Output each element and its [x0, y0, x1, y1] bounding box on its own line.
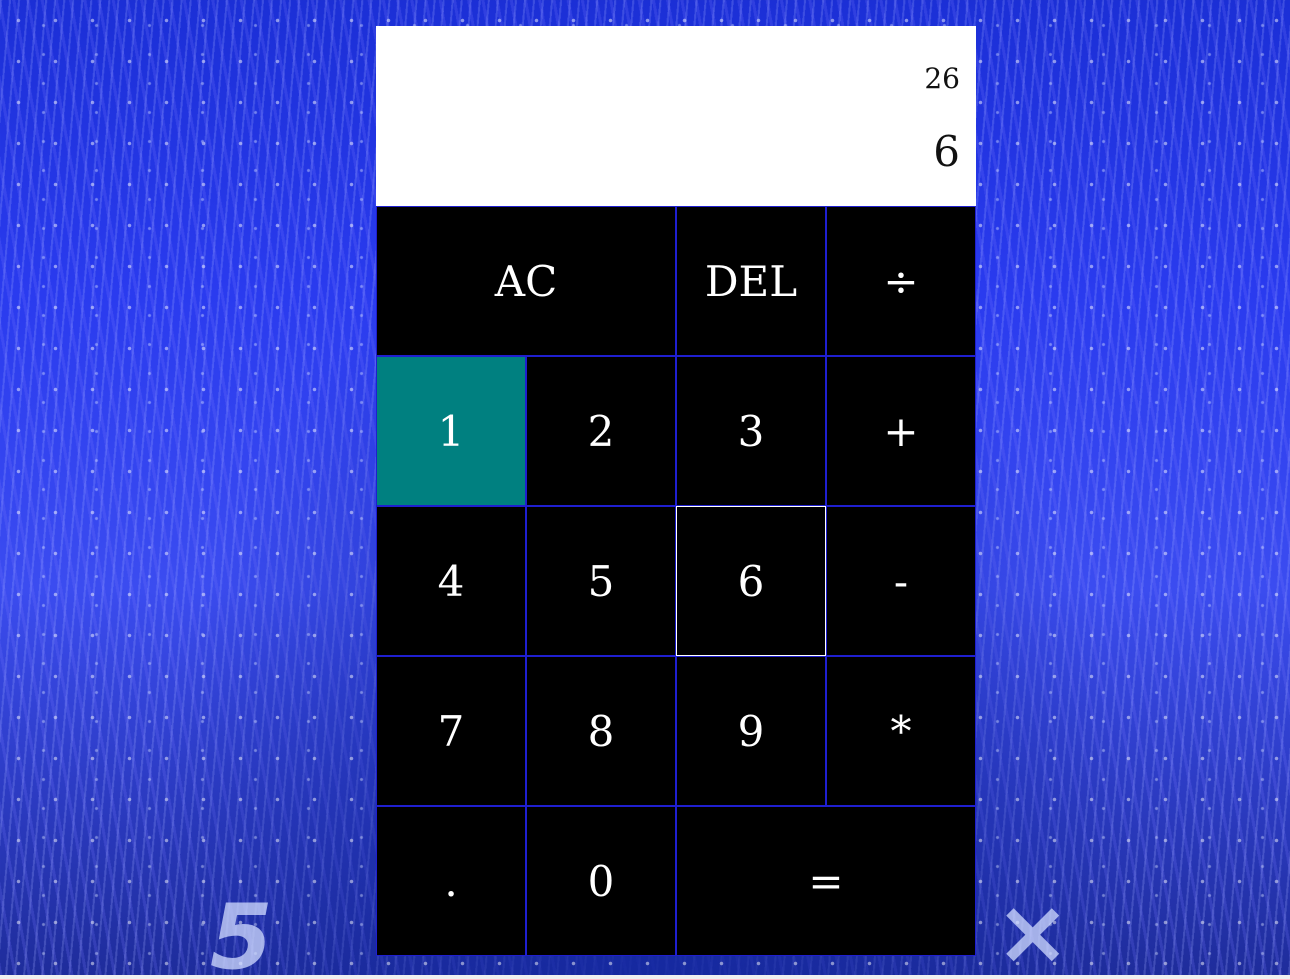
- all-clear-button[interactable]: AC: [376, 206, 676, 356]
- background-key-five: 5: [210, 885, 273, 979]
- minus-button[interactable]: -: [826, 506, 976, 656]
- number-0-button[interactable]: 0: [526, 806, 676, 956]
- number-9-button[interactable]: 9: [676, 656, 826, 806]
- number-7-button[interactable]: 7: [376, 656, 526, 806]
- number-4-button[interactable]: 4: [376, 506, 526, 656]
- decimal-button[interactable]: .: [376, 806, 526, 956]
- delete-button[interactable]: DEL: [676, 206, 826, 356]
- number-6-button[interactable]: 6: [676, 506, 826, 656]
- calculator: 26 6 AC DEL ÷ 1 2 3 + 4 5 6 - 7 8 9 * . …: [376, 26, 976, 956]
- number-1-button[interactable]: 1: [376, 356, 526, 506]
- current-operand: 6: [933, 127, 960, 176]
- number-8-button[interactable]: 8: [526, 656, 676, 806]
- background-key-times: ×: [995, 880, 1071, 979]
- number-5-button[interactable]: 5: [526, 506, 676, 656]
- display: 26 6: [376, 26, 976, 206]
- equals-button[interactable]: =: [676, 806, 976, 956]
- number-3-button[interactable]: 3: [676, 356, 826, 506]
- plus-button[interactable]: +: [826, 356, 976, 506]
- previous-operand: 26: [924, 62, 960, 95]
- bottom-strip: [0, 975, 1290, 979]
- multiply-button[interactable]: *: [826, 656, 976, 806]
- divide-button[interactable]: ÷: [826, 206, 976, 356]
- number-2-button[interactable]: 2: [526, 356, 676, 506]
